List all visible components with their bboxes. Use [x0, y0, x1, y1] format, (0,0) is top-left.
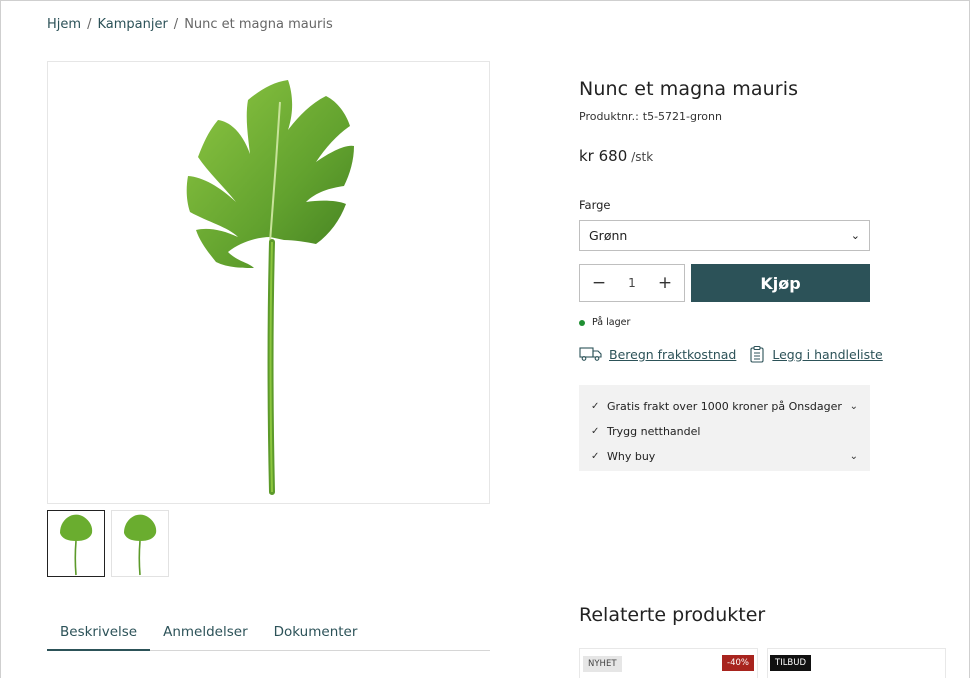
offer-badge: TILBUD — [770, 655, 812, 671]
product-title: Nunc et magna mauris — [579, 78, 799, 100]
usp-item-secure: ✓ Trygg netthandel — [591, 419, 858, 444]
usp-text: Trygg netthandel — [607, 425, 701, 438]
monstera-thumbnail-image — [124, 514, 157, 576]
sku-label: Produktnr.: — [579, 110, 639, 123]
product-sku: Produktnr.: t5-5721-gronn — [579, 110, 722, 123]
price-value: kr 680 — [579, 147, 628, 165]
stock-status: På lager — [579, 317, 630, 328]
quantity-decrease-button[interactable]: − — [591, 273, 607, 293]
breadcrumb-separator: / — [87, 17, 92, 32]
chevron-down-icon: ⌄ — [850, 229, 860, 242]
usp-item-free-shipping[interactable]: ✓ Gratis frakt over 1000 kroner på Onsda… — [591, 394, 858, 419]
tab-anmeldelser[interactable]: Anmeldelser — [150, 613, 261, 651]
check-icon: ✓ — [591, 426, 600, 437]
monstera-thumbnail-image — [60, 514, 93, 576]
usp-text: Why buy — [607, 450, 656, 463]
check-icon: ✓ — [591, 451, 600, 462]
related-product-card[interactable]: TILBUD — [767, 648, 946, 678]
monstera-leaf-image — [186, 80, 354, 495]
sku-value: t5-5721-gronn — [642, 110, 722, 123]
quantity-increase-button[interactable]: + — [657, 273, 673, 293]
shopping-list-link-label: Legg i handleliste — [772, 346, 883, 362]
product-main-image[interactable] — [47, 61, 490, 504]
freight-link[interactable]: Beregn fraktkostnad — [579, 345, 736, 363]
price-unit: /stk — [631, 150, 654, 164]
product-actions: Beregn fraktkostnad Legg i handleliste — [579, 345, 883, 363]
breadcrumb-kampanjer[interactable]: Kampanjer — [97, 17, 167, 32]
product-price: kr 680 /stk — [579, 147, 653, 165]
discount-badge: -40% — [722, 655, 754, 671]
buy-button[interactable]: Kjøp — [691, 264, 870, 302]
tab-beskrivelse[interactable]: Beskrivelse — [47, 613, 151, 651]
stock-text: På lager — [592, 317, 631, 328]
truck-icon — [579, 347, 602, 361]
color-select[interactable]: Grønn ⌄ — [579, 220, 870, 251]
quantity-stepper: − 1 + — [579, 264, 685, 302]
breadcrumb-current: Nunc et magna mauris — [184, 17, 333, 32]
new-badge: NYHET — [583, 656, 622, 672]
thumbnail-1[interactable] — [47, 510, 105, 577]
usp-item-why-buy[interactable]: ✓ Why buy ⌄ — [591, 444, 858, 469]
color-selected-value: Grønn — [589, 228, 628, 243]
page-frame: Hjem / Kampanjer / Nunc et magna mauris — [0, 0, 970, 678]
product-tabs: Beskrivelse Anmeldelser Dokumenter — [47, 613, 490, 651]
quantity-value[interactable]: 1 — [628, 276, 636, 290]
color-label: Farge — [579, 198, 611, 212]
stock-indicator-icon — [579, 319, 585, 326]
tab-dokumenter[interactable]: Dokumenter — [261, 613, 371, 651]
clipboard-icon — [750, 345, 764, 363]
shopping-list-link[interactable]: Legg i handleliste — [748, 345, 883, 363]
check-icon: ✓ — [591, 401, 600, 412]
related-products-title: Relaterte produkter — [579, 604, 766, 626]
usp-box: ✓ Gratis frakt over 1000 kroner på Onsda… — [579, 385, 870, 471]
freight-link-label: Beregn fraktkostnad — [609, 346, 737, 362]
breadcrumb-separator: / — [173, 17, 179, 32]
usp-text: Gratis frakt over 1000 kroner på Onsdage… — [607, 400, 842, 413]
related-product-card[interactable]: NYHET -40% — [579, 648, 758, 678]
chevron-down-icon: ⌄ — [849, 401, 858, 412]
breadcrumb: Hjem / Kampanjer / Nunc et magna mauris — [47, 17, 333, 32]
chevron-down-icon: ⌄ — [849, 451, 858, 462]
thumbnail-2[interactable] — [111, 510, 169, 577]
breadcrumb-home[interactable]: Hjem — [47, 17, 81, 32]
